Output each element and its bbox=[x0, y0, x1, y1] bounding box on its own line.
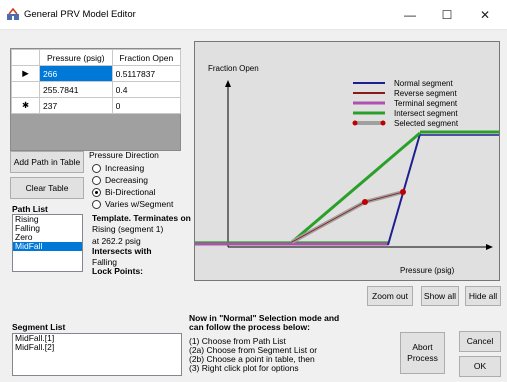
column-header-pressure[interactable]: Pressure (psig) bbox=[39, 49, 113, 66]
prv-plot[interactable]: Fraction Open Pressure (psig) Normal seg… bbox=[195, 42, 499, 280]
fraction-cell[interactable]: 0.4 bbox=[111, 81, 182, 98]
template-terminates-on: Rising (segment 1) bbox=[92, 224, 164, 234]
legend-swatch-selected-dot bbox=[352, 120, 358, 126]
path-list-item-selected[interactable]: MidFall bbox=[13, 242, 82, 251]
radio-bi-directional[interactable]: Bi-Directional bbox=[92, 187, 156, 197]
radio-circle bbox=[92, 163, 101, 173]
plot-area[interactable]: Fraction Open Pressure (psig) Normal seg… bbox=[194, 41, 500, 281]
pressure-cell[interactable]: 237 bbox=[39, 97, 113, 114]
points-table[interactable]: Pressure (psig) Fraction Open ▶ 266 0.51… bbox=[10, 48, 182, 151]
fraction-cell[interactable]: 0.5117837 bbox=[111, 65, 182, 82]
window-title: General PRV Model Editor bbox=[24, 9, 136, 20]
lock-points-label: Lock Points: bbox=[92, 266, 144, 276]
pressure-direction-label: Pressure Direction bbox=[89, 150, 159, 160]
radio-label: Increasing bbox=[105, 163, 145, 173]
table-row[interactable]: 255.7841 0.4 bbox=[11, 81, 182, 98]
close-button[interactable]: ✕ bbox=[465, 0, 505, 30]
row-marker[interactable] bbox=[11, 81, 40, 98]
prv-model-editor-window: General PRV Model Editor — ☐ ✕ Pressure … bbox=[0, 0, 507, 382]
radio-decreasing[interactable]: Decreasing bbox=[92, 175, 148, 185]
path-list-label: Path List bbox=[12, 204, 48, 214]
row-marker-current[interactable]: ▶ bbox=[11, 65, 40, 82]
minimize-button[interactable]: — bbox=[390, 0, 430, 30]
row-marker-new[interactable]: ✱ bbox=[11, 97, 40, 114]
segment-list-label: Segment List bbox=[12, 322, 66, 332]
template-heading: Template. Terminates on bbox=[92, 213, 191, 223]
column-header-fraction[interactable]: Fraction Open bbox=[111, 49, 182, 66]
pressure-cell[interactable]: 266 bbox=[39, 65, 113, 82]
legend-selected: Selected segment bbox=[394, 119, 459, 128]
abort-process-button[interactable]: Abort Process bbox=[400, 332, 445, 374]
table-row[interactable]: ▶ 266 0.5117837 bbox=[11, 65, 182, 82]
template-at-pressure: at 262.2 psig bbox=[92, 236, 141, 246]
table-row[interactable]: ✱ 237 0 bbox=[11, 97, 182, 114]
ok-button[interactable]: OK bbox=[459, 356, 501, 377]
radio-increasing[interactable]: Increasing bbox=[92, 163, 144, 173]
radio-label: Decreasing bbox=[105, 175, 148, 185]
x-axis-label: Pressure (psig) bbox=[400, 266, 455, 275]
maximize-button[interactable]: ☐ bbox=[427, 0, 467, 30]
cancel-button[interactable]: Cancel bbox=[459, 331, 501, 352]
title-bar: General PRV Model Editor — ☐ ✕ bbox=[0, 0, 507, 30]
radio-label: Varies w/Segment bbox=[105, 199, 174, 209]
fraction-cell[interactable]: 0 bbox=[111, 97, 182, 114]
selected-point[interactable] bbox=[362, 199, 368, 205]
legend-reverse: Reverse segment bbox=[394, 89, 457, 98]
segment-list-item[interactable]: MidFall.[2] bbox=[13, 343, 181, 352]
app-icon bbox=[7, 8, 19, 20]
clear-table-button[interactable]: Clear Table bbox=[10, 177, 84, 199]
row-header-corner bbox=[11, 49, 40, 66]
radio-label: Bi-Directional bbox=[105, 187, 156, 197]
instruction-step: (3) Right click plot for options bbox=[189, 363, 299, 373]
radio-circle bbox=[92, 199, 101, 209]
legend-terminal: Terminal segment bbox=[394, 99, 458, 108]
radio-circle-selected bbox=[92, 187, 101, 197]
legend-swatch-selected-dot bbox=[380, 120, 386, 126]
hide-all-button[interactable]: Hide all bbox=[465, 286, 501, 306]
instructions-heading-2: can follow the process below: bbox=[189, 322, 310, 332]
segment-list[interactable]: MidFall.[1] MidFall.[2] bbox=[12, 333, 182, 376]
legend-intersect: Intersect segment bbox=[394, 109, 458, 118]
path-list[interactable]: Rising Falling Zero MidFall bbox=[12, 214, 83, 272]
selected-point[interactable] bbox=[400, 189, 406, 195]
radio-circle bbox=[92, 175, 101, 185]
legend-normal: Normal segment bbox=[394, 79, 453, 88]
intersects-label: Intersects with bbox=[92, 246, 152, 256]
y-axis-label: Fraction Open bbox=[208, 64, 259, 73]
pressure-cell[interactable]: 255.7841 bbox=[39, 81, 113, 98]
show-all-button[interactable]: Show all bbox=[421, 286, 459, 306]
radio-varies-w-segment[interactable]: Varies w/Segment bbox=[92, 199, 173, 209]
add-path-button[interactable]: Add Path in Table bbox=[10, 151, 84, 173]
zoom-out-button[interactable]: Zoom out bbox=[367, 286, 413, 306]
